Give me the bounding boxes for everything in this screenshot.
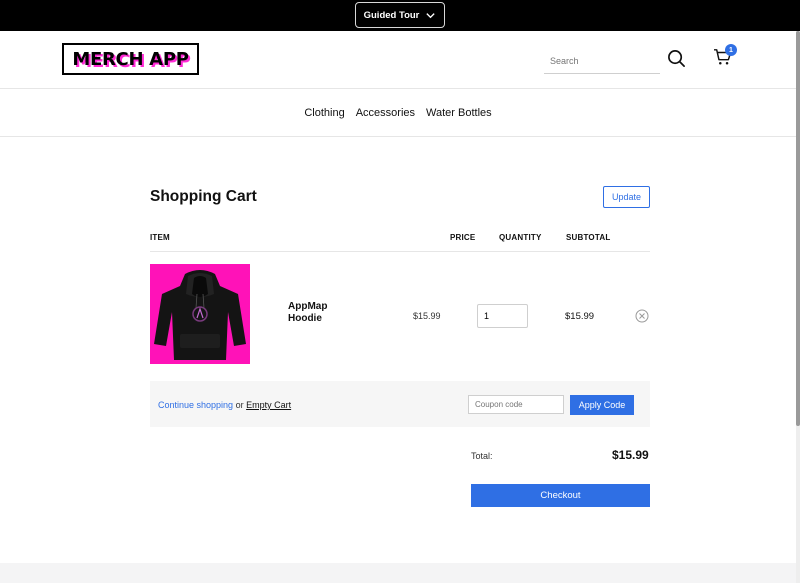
- nav-item-accessories[interactable]: Accessories: [356, 107, 415, 119]
- total-label: Total:: [471, 451, 493, 461]
- category-nav: Clothing Accessories Water Bottles: [0, 89, 796, 137]
- cart-links: Continue shopping or Empty Cart: [158, 400, 291, 410]
- column-header-subtotal: SUBTOTAL: [566, 233, 611, 242]
- or-text: or: [235, 400, 244, 410]
- chevron-down-icon: [426, 12, 436, 18]
- cart-count-badge: 1: [725, 44, 737, 56]
- hoodie-image: [154, 270, 246, 360]
- divider: [150, 251, 650, 252]
- checkout-button[interactable]: Checkout: [471, 484, 650, 507]
- apply-code-button[interactable]: Apply Code: [570, 395, 634, 415]
- scrollbar-thumb[interactable]: [796, 31, 800, 426]
- search-input[interactable]: [544, 48, 660, 73]
- update-button[interactable]: Update: [603, 186, 650, 208]
- guided-tour-button[interactable]: Guided Tour: [355, 2, 445, 28]
- product-price: $15.99: [413, 311, 441, 321]
- item-subtotal: $15.99: [565, 311, 595, 322]
- quantity-input[interactable]: [477, 304, 528, 328]
- column-header-price: PRICE: [450, 233, 476, 242]
- logo[interactable]: MERCH APP: [62, 43, 199, 75]
- continue-shopping-link[interactable]: Continue shopping: [158, 400, 233, 410]
- column-header-item: ITEM: [150, 233, 170, 242]
- page-title: Shopping Cart: [150, 188, 257, 205]
- coupon-code-input[interactable]: [468, 395, 564, 414]
- footer-strip: [0, 563, 796, 583]
- guided-tour-label: Guided Tour: [363, 9, 420, 21]
- search-icon[interactable]: [667, 49, 686, 68]
- empty-cart-link[interactable]: Empty Cart: [246, 400, 291, 410]
- product-image[interactable]: [150, 264, 250, 364]
- remove-item-icon[interactable]: [635, 309, 649, 323]
- coupon-bar: Continue shopping or Empty Cart Apply Co…: [150, 381, 650, 427]
- top-bar: Guided Tour: [0, 0, 800, 31]
- page: MERCH APP 1 Clothing Accessories Water B…: [0, 31, 796, 563]
- nav-item-clothing[interactable]: Clothing: [304, 107, 344, 119]
- nav-item-water-bottles[interactable]: Water Bottles: [426, 107, 492, 119]
- header: MERCH APP 1: [0, 31, 796, 89]
- search-field[interactable]: [544, 48, 660, 74]
- total-value: $15.99: [612, 448, 649, 462]
- product-name[interactable]: AppMap Hoodie: [288, 301, 348, 325]
- column-header-quantity: QUANTITY: [499, 233, 542, 242]
